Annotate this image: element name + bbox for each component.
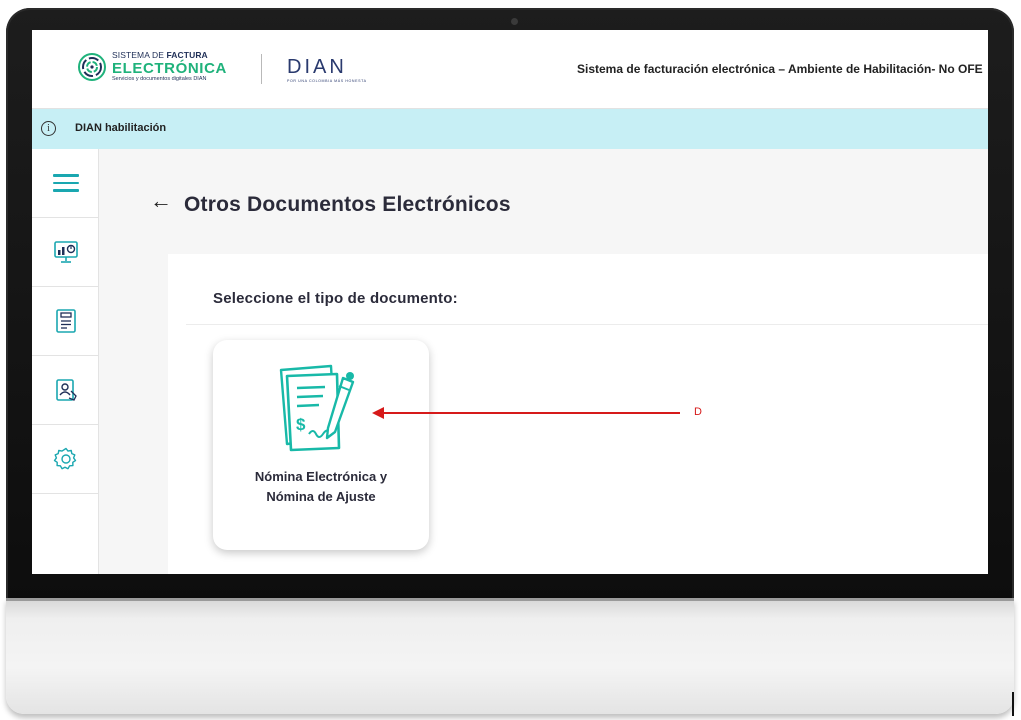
gear-icon: [53, 447, 76, 470]
svg-text:$: $: [296, 415, 306, 434]
panel-divider: [186, 324, 988, 325]
logo-sub-text: Servicios y documentos digitales DIAN: [112, 75, 207, 82]
card-label-line2: Nómina de Ajuste: [266, 489, 376, 504]
logo-top-prefix: SISTEMA DE: [112, 50, 167, 60]
payroll-document-icon: $: [279, 364, 355, 452]
sidebar-item-dashboard[interactable]: [32, 218, 99, 287]
camera-dot: [511, 18, 518, 25]
fingerprint-logo-icon: [78, 52, 106, 81]
info-icon: i: [41, 121, 56, 136]
monitor-chart-icon: [53, 241, 78, 263]
dian-logo[interactable]: DIAN POR UNA COLOMBIA MÁS HONESTA: [287, 57, 367, 83]
annotation-arrow-line: [380, 412, 680, 414]
monitor-chin-edge: [6, 598, 1014, 601]
environment-info-bar: i DIAN habilitación: [32, 109, 988, 149]
environment-label: DIAN habilitación: [75, 122, 167, 134]
sidebar-item-users[interactable]: [32, 356, 99, 425]
annotation-arrow-head: [372, 407, 384, 419]
logo-main-text: ELECTRÓNICA: [112, 59, 227, 77]
screen: SISTEMA DE FACTURA ELECTRÓNICA Servicios…: [32, 30, 988, 574]
hamburger-menu-icon: [52, 169, 79, 197]
app-header: SISTEMA DE FACTURA ELECTRÓNICA Servicios…: [32, 30, 988, 109]
nomina-electronica-card[interactable]: $ Nómina Electrónica y Nómina de Ajuste: [213, 340, 429, 550]
logo-top-bold: FACTURA: [166, 50, 208, 60]
back-arrow-icon[interactable]: ←: [150, 190, 172, 212]
sidebar-item-settings[interactable]: [32, 425, 99, 494]
monitor-chin: [6, 598, 1014, 714]
dian-logo-word: DIAN: [287, 56, 347, 78]
panel-heading: Seleccione el tipo de documento:: [213, 290, 458, 307]
card-label-line1: Nómina Electrónica y: [254, 469, 388, 484]
page-title: Otros Documentos Electrónicos: [184, 193, 511, 216]
sidebar-menu-toggle[interactable]: [32, 149, 99, 218]
document-type-panel: Seleccione el tipo de documento: $ Nómin…: [168, 254, 988, 574]
annotation-text: D: [694, 406, 702, 418]
user-document-icon: [55, 379, 77, 401]
sidebar: [32, 149, 99, 574]
factura-electronica-logo[interactable]: SISTEMA DE FACTURA ELECTRÓNICA Servicios…: [77, 51, 227, 82]
system-title: Sistema de facturación electrónica – Amb…: [577, 62, 983, 76]
logo-separator: [261, 54, 262, 84]
dian-logo-tagline: POR UNA COLOMBIA MÁS HONESTA: [287, 79, 367, 83]
edge-mark: [1012, 692, 1014, 716]
sidebar-item-documents[interactable]: [32, 287, 99, 356]
document-list-icon: [55, 309, 76, 333]
